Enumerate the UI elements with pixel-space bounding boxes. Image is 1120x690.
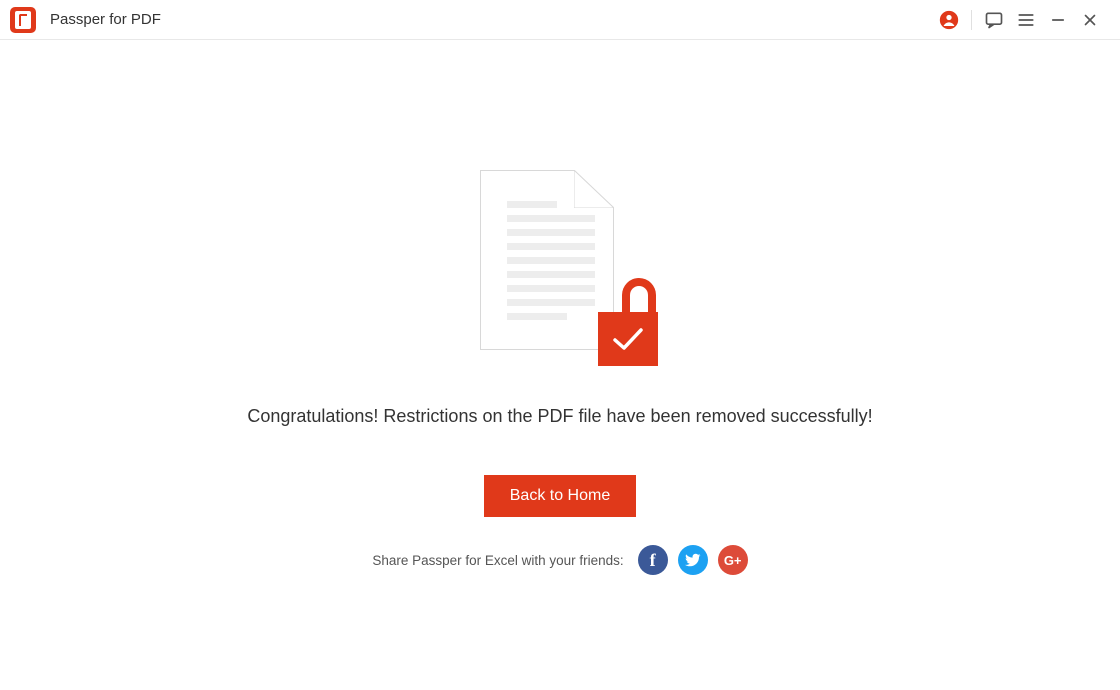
share-prompt: Share Passper for Excel with your friend… bbox=[372, 553, 623, 568]
titlebar-divider bbox=[971, 10, 972, 30]
menu-icon[interactable] bbox=[1010, 4, 1042, 36]
titlebar: Passper for PDF bbox=[0, 0, 1120, 40]
share-google-plus-button[interactable]: G+ bbox=[718, 545, 748, 575]
feedback-icon[interactable] bbox=[978, 4, 1010, 36]
close-button[interactable] bbox=[1074, 4, 1106, 36]
success-illustration bbox=[470, 170, 650, 370]
minimize-button[interactable] bbox=[1042, 4, 1074, 36]
share-twitter-button[interactable] bbox=[678, 545, 708, 575]
app-title: Passper for PDF bbox=[50, 11, 161, 28]
unlocked-icon bbox=[598, 312, 658, 366]
account-icon[interactable] bbox=[933, 4, 965, 36]
success-message: Congratulations! Restrictions on the PDF… bbox=[247, 406, 872, 427]
main-content: Congratulations! Restrictions on the PDF… bbox=[0, 40, 1120, 575]
app-logo-icon bbox=[10, 7, 36, 33]
checkmark-icon bbox=[598, 312, 658, 366]
share-row: Share Passper for Excel with your friend… bbox=[372, 545, 747, 575]
share-facebook-button[interactable]: f bbox=[638, 545, 668, 575]
document-icon bbox=[480, 170, 614, 350]
back-to-home-button[interactable]: Back to Home bbox=[484, 475, 636, 517]
